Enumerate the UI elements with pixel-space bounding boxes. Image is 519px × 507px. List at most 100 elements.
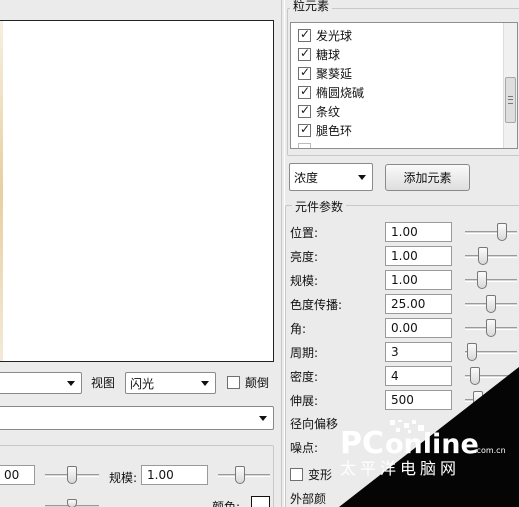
list-item-checkbox[interactable]	[298, 65, 311, 80]
param-field[interactable]: 0.00	[385, 318, 452, 338]
pconline-logo: PC online .com.cn 太平洋电脑网	[338, 418, 518, 480]
wide-select[interactable]	[0, 406, 274, 430]
scale-slider[interactable]	[218, 466, 272, 486]
list-item[interactable]: 发光球	[298, 26, 352, 44]
param-value: 3	[391, 345, 399, 359]
slider-thumb[interactable]	[478, 247, 488, 265]
slider-thumb[interactable]	[67, 499, 77, 507]
preview-image-edge	[0, 21, 3, 361]
list-item-partial[interactable]	[298, 140, 316, 148]
param-label: 位置:	[290, 226, 319, 240]
pconline-logo-mark: PC online .com.cn 太平洋电脑网	[340, 418, 506, 478]
transform-check-box[interactable]	[290, 468, 303, 481]
preview-canvas[interactable]	[0, 20, 274, 362]
list-item-label: 腿色环	[316, 123, 353, 138]
list-scrollbar[interactable]	[503, 23, 517, 148]
list-item-label: 糖球	[316, 47, 341, 62]
list-item-checkbox[interactable]	[298, 27, 311, 42]
param-slider[interactable]	[465, 223, 519, 243]
view-label: 视图	[91, 376, 116, 390]
slider-track	[465, 231, 517, 234]
param-slider[interactable]	[465, 319, 519, 339]
param-field[interactable]: 1.00	[385, 270, 452, 290]
list-item[interactable]: 椭圆烧碱	[298, 83, 364, 101]
view-select-value: 闪光	[130, 376, 155, 391]
field-a-slider[interactable]	[45, 466, 101, 486]
param-slider[interactable]	[465, 247, 519, 267]
slider-thumb[interactable]	[477, 271, 487, 289]
list-item-checkbox[interactable]	[298, 142, 311, 148]
add-element-button-label: 添加元素	[403, 171, 452, 185]
param-value: 1.00	[391, 225, 418, 239]
mode-select[interactable]: 浓度	[289, 163, 373, 191]
slider-thumb[interactable]	[235, 466, 245, 484]
param-value: 25.00	[391, 297, 426, 311]
param-slider[interactable]	[465, 295, 519, 315]
slider-track	[465, 255, 517, 258]
param-field[interactable]: 1.00	[385, 246, 452, 266]
slider-thumb[interactable]	[486, 319, 496, 337]
list-item-label: 聚葵延	[316, 66, 353, 81]
list-item-checkbox[interactable]	[298, 122, 311, 137]
param-field[interactable]: 3	[385, 342, 452, 362]
slider-thumb[interactable]	[467, 343, 477, 361]
param-slider[interactable]	[465, 343, 519, 363]
list-item-label: 条纹	[316, 104, 341, 119]
list-item-checkbox[interactable]	[298, 103, 311, 118]
scrollbar-thumb[interactable]	[505, 77, 516, 123]
list-item[interactable]: 条纹	[298, 102, 340, 120]
slider-thumb[interactable]	[486, 295, 496, 313]
logo-main: online	[385, 429, 479, 460]
chevron-down-icon	[67, 381, 75, 386]
param-field[interactable]: 1.00	[385, 222, 452, 242]
external-color-label: 外部颜	[290, 492, 327, 506]
param-label: 规模:	[290, 274, 319, 288]
param-value: 1.00	[391, 249, 418, 263]
list-item[interactable]: 聚葵延	[298, 64, 352, 82]
second-slider[interactable]	[45, 499, 101, 507]
radial-offset-label: 径向偏移	[290, 417, 339, 431]
elements-list[interactable]: 发光球 糖球 聚葵延 椭圆烧碱 条纹 腿色环	[290, 22, 518, 149]
param-value: 0.00	[391, 321, 418, 335]
view-select[interactable]: 闪光	[125, 372, 216, 394]
color-swatch[interactable]	[251, 496, 270, 507]
list-item-checkbox[interactable]	[298, 84, 311, 99]
param-slider[interactable]	[465, 271, 519, 291]
add-element-button[interactable]: 添加元素	[385, 164, 470, 191]
chevron-down-icon	[358, 175, 366, 180]
param-label: 角:	[290, 322, 307, 336]
param-label: 伸展:	[290, 394, 319, 408]
chevron-down-icon	[259, 416, 267, 421]
scale-value: 1.00	[147, 468, 174, 482]
logo-cn-name: 太平洋电脑网	[340, 459, 460, 478]
scale-label: 规模:	[109, 471, 138, 485]
noise-label: 噪点:	[290, 441, 319, 455]
preset-select[interactable]	[0, 372, 82, 394]
slider-thumb[interactable]	[67, 466, 77, 484]
list-item-label: 椭圆烧碱	[316, 85, 365, 100]
params-group-title: 元件参数	[292, 198, 347, 215]
param-label: 色度传播:	[290, 298, 343, 312]
slider-track	[465, 279, 517, 282]
list-item[interactable]: 糖球	[298, 45, 340, 63]
param-label: 周期:	[290, 346, 319, 360]
list-item[interactable]: 腿色环	[298, 121, 352, 139]
slider-thumb[interactable]	[497, 223, 507, 241]
scale-field[interactable]: 1.00	[141, 465, 208, 485]
param-label: 密度:	[290, 370, 319, 384]
list-item-label: 发光球	[316, 28, 353, 43]
field-a-value: 00	[4, 468, 20, 482]
color-label: 颜色:	[212, 500, 241, 507]
param-label: 亮度:	[290, 250, 319, 264]
logo-domain: .com.cn	[474, 446, 506, 455]
transform-label: 变形	[308, 468, 333, 482]
logo-prefix: PC	[340, 426, 384, 461]
list-item-checkbox[interactable]	[298, 46, 311, 61]
invert-label: 颠倒	[245, 376, 270, 390]
transform-checkbox[interactable]: 变形	[290, 466, 332, 483]
invert-checkbox[interactable]: 颠倒	[227, 374, 269, 391]
elements-group-title: 粒元素	[290, 0, 333, 14]
field-a[interactable]: 00	[0, 465, 35, 485]
invert-check-box[interactable]	[227, 376, 240, 389]
param-field[interactable]: 25.00	[385, 294, 452, 314]
